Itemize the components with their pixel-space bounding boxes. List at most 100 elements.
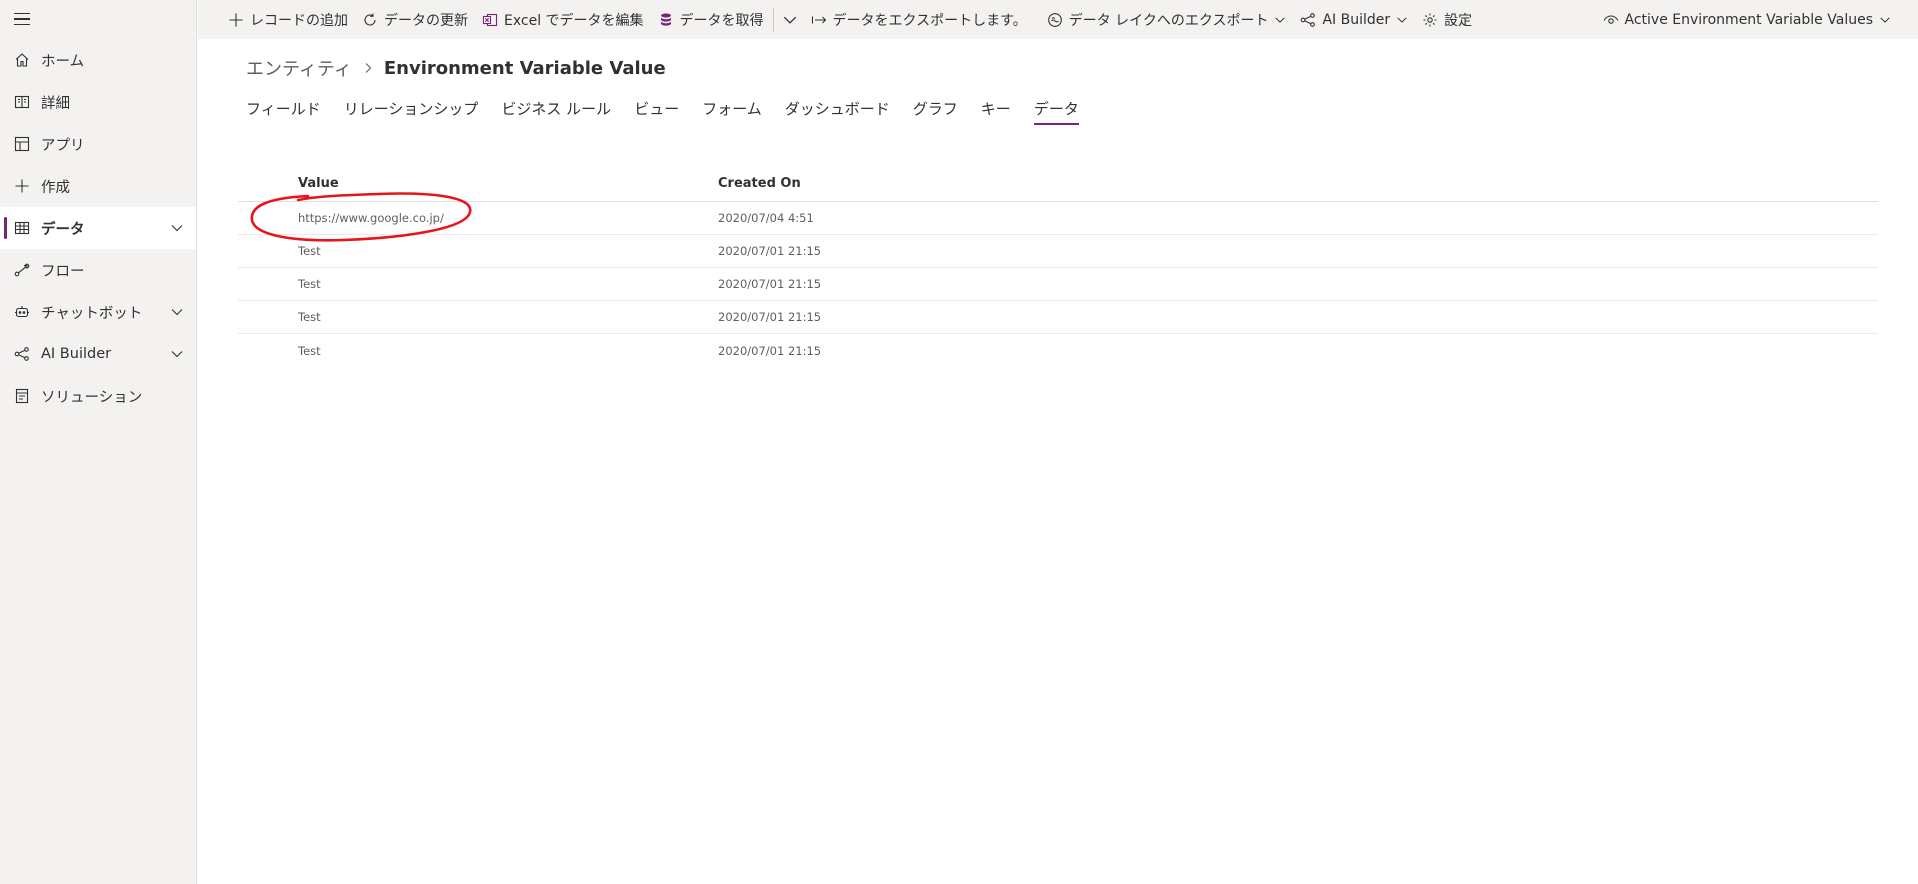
cell-created-on: 2020/07/01 21:15 (718, 310, 822, 324)
plus-icon (229, 13, 243, 26)
tab-dashboards[interactable]: ダッシュボード (785, 98, 890, 125)
sidebar-item-label: 作成 (41, 179, 70, 196)
chevron-down-icon (783, 16, 796, 24)
ai-builder-icon (1301, 12, 1316, 27)
export-data-button[interactable]: データをエクスポートします。 (804, 0, 1034, 39)
add-record-label: レコードの追加 (250, 12, 348, 29)
sidebar-item-flow[interactable]: フロー (0, 249, 196, 291)
settings-label: 設定 (1444, 12, 1473, 29)
cell-created-on: 2020/07/01 21:15 (718, 277, 822, 291)
sidebar-item-label: データ (41, 221, 85, 238)
sidebar-item-ai-builder[interactable]: AI Builder (0, 333, 196, 375)
tab-views[interactable]: ビュー (634, 98, 679, 125)
table-row[interactable]: https://www.google.co.jp/ 2020/07/04 4:5… (238, 202, 1878, 235)
chevron-down-icon (1880, 17, 1890, 23)
hamburger-menu-icon[interactable] (14, 10, 34, 28)
column-header-created-on[interactable]: Created On (718, 176, 801, 191)
refresh-icon (364, 13, 376, 25)
add-record-button[interactable]: レコードの追加 (198, 0, 355, 39)
cell-created-on: 2020/07/04 4:51 (718, 211, 814, 225)
chatbot-icon (14, 304, 30, 320)
refresh-data-button[interactable]: データの更新 (355, 0, 475, 39)
sidebar-item-label: AI Builder (41, 346, 112, 362)
chevron-down-icon[interactable] (170, 305, 184, 319)
cell-value: Test (298, 343, 321, 358)
table-row[interactable]: Test 2020/07/01 21:15 (238, 268, 1878, 301)
sidebar-item-data[interactable]: データ (0, 207, 196, 249)
cell-created-on: 2020/07/01 21:15 (718, 343, 822, 358)
divider (772, 7, 774, 32)
apps-icon (14, 136, 30, 152)
entity-tabs: フィールド リレーションシップ ビジネス ルール ビュー フォーム ダッシュボー… (246, 98, 1102, 125)
home-icon (14, 52, 30, 68)
data-lake-icon (1047, 12, 1062, 27)
refresh-data-label: データの更新 (384, 12, 468, 29)
chevron-down-icon[interactable] (170, 221, 184, 235)
get-data-dropdown-button[interactable] (776, 0, 804, 39)
tab-keys[interactable]: キー (981, 98, 1011, 125)
tab-charts[interactable]: グラフ (913, 98, 958, 125)
breadcrumb-entities-link[interactable]: エンティティ (246, 55, 352, 81)
cell-value: https://www.google.co.jp/ (298, 211, 444, 225)
export-arrow-icon (811, 16, 826, 23)
sidebar-item-apps[interactable]: アプリ (0, 123, 196, 165)
view-selector[interactable]: Active Environment Variable Values (1596, 0, 1898, 39)
tab-fields[interactable]: フィールド (246, 98, 321, 125)
solution-icon (14, 388, 30, 404)
book-icon (14, 94, 30, 110)
sidebar-item-details[interactable]: 詳細 (0, 81, 196, 123)
chevron-down-icon (1397, 17, 1407, 23)
sidebar-item-label: チャットボット (41, 305, 143, 322)
gear-icon (1423, 13, 1437, 26)
settings-button[interactable]: 設定 (1415, 0, 1479, 39)
sidebar-item-home[interactable]: ホーム (0, 39, 196, 81)
plus-icon (14, 178, 30, 194)
page-title: Environment Variable Value (383, 57, 666, 79)
ai-builder-label: AI Builder (1322, 11, 1391, 28)
ai-builder-icon (14, 346, 30, 362)
command-bar: レコードの追加 データの更新 Excel でデータを編集 データを取得 データを… (198, 0, 1918, 39)
table-row[interactable]: Test 2020/07/01 21:15 (238, 334, 1878, 367)
sidebar-item-label: ソリューション (41, 389, 143, 406)
sidebar-item-solutions[interactable]: ソリューション (0, 375, 196, 417)
sidebar-item-create[interactable]: 作成 (0, 165, 196, 207)
flow-icon (14, 262, 30, 278)
eye-icon (1603, 14, 1618, 24)
database-icon (660, 13, 671, 26)
cell-value: Test (298, 244, 321, 258)
table-row[interactable]: Test 2020/07/01 21:15 (238, 235, 1878, 268)
ai-builder-button[interactable]: AI Builder (1293, 0, 1415, 39)
edit-in-excel-button[interactable]: Excel でデータを編集 (475, 0, 651, 39)
export-data-lake-button[interactable]: データ レイクへのエクスポート (1040, 0, 1294, 39)
sidebar-item-label: フロー (41, 263, 85, 280)
export-data-lake-label: データ レイクへのエクスポート (1068, 12, 1269, 29)
get-data-label: データを取得 (679, 12, 764, 29)
grid-header: Value Created On (238, 166, 1878, 202)
sidebar-item-label: アプリ (41, 137, 85, 154)
sidebar-item-label: ホーム (41, 53, 85, 70)
chevron-down-icon[interactable] (170, 347, 184, 361)
export-data-label: データをエクスポートします。 (832, 12, 1027, 29)
tab-business-rules[interactable]: ビジネス ルール (501, 98, 611, 125)
tab-forms[interactable]: フォーム (702, 98, 762, 125)
breadcrumb: エンティティ Environment Variable Value (246, 55, 666, 81)
tab-relationships[interactable]: リレーションシップ (344, 98, 479, 125)
edit-in-excel-label: Excel でデータを編集 (504, 12, 644, 29)
sidebar-item-chatbot[interactable]: チャットボット (0, 291, 196, 333)
chevron-right-icon (362, 62, 374, 74)
table-icon (14, 220, 30, 236)
column-header-value[interactable]: Value (298, 176, 339, 191)
excel-icon (482, 13, 498, 26)
cell-created-on: 2020/07/01 21:15 (718, 244, 822, 258)
view-selector-label: Active Environment Variable Values (1624, 11, 1873, 28)
tab-data[interactable]: データ (1033, 98, 1079, 125)
sidebar-item-label: 詳細 (41, 95, 70, 112)
cell-value: Test (298, 277, 321, 291)
cell-value: Test (298, 310, 321, 324)
nav-list: ホーム 詳細 アプリ 作成 データ フロー チャットボット AI Builder… (0, 39, 196, 417)
chevron-down-icon (1275, 17, 1286, 23)
table-row[interactable]: Test 2020/07/01 21:15 (238, 301, 1878, 334)
left-navigation: ホーム 詳細 アプリ 作成 データ フロー チャットボット AI Builder… (0, 0, 197, 884)
get-data-button[interactable]: データを取得 (651, 0, 771, 39)
data-grid: Value Created On https://www.google.co.j… (238, 166, 1878, 367)
